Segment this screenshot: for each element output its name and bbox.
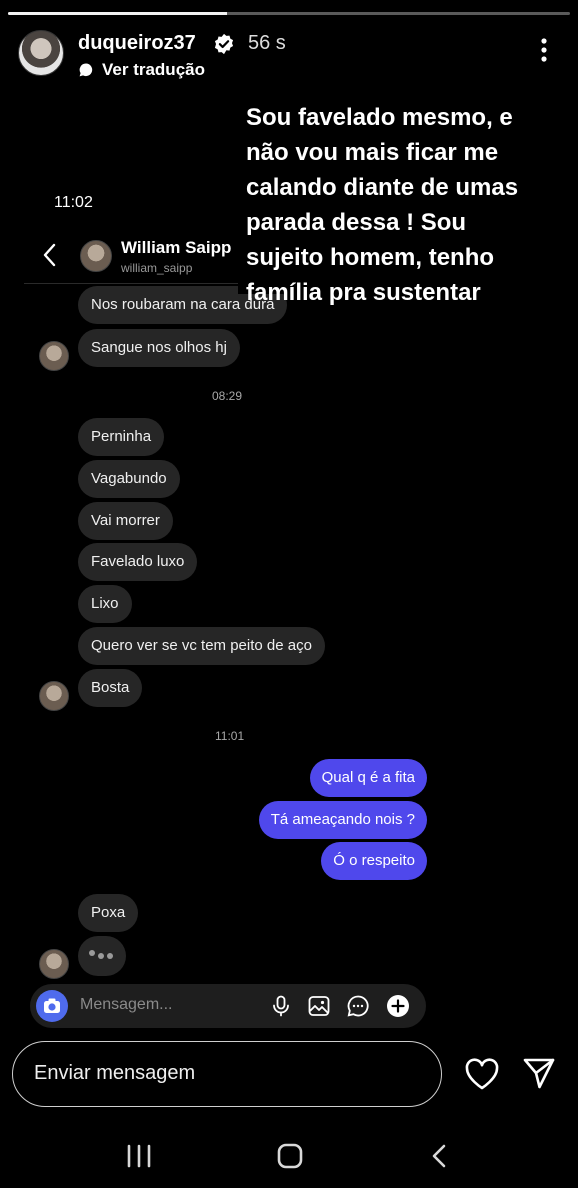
speech-bubble-icon bbox=[79, 63, 93, 77]
message-incoming: Vai morrer bbox=[78, 502, 173, 540]
sender-avatar bbox=[39, 341, 69, 371]
message-timestamp: 08:29 bbox=[212, 389, 243, 403]
recent-apps-icon[interactable] bbox=[126, 1144, 152, 1168]
microphone-icon bbox=[273, 995, 289, 1017]
contact-avatar bbox=[80, 240, 112, 272]
add-plus-icon bbox=[387, 995, 409, 1017]
home-icon[interactable] bbox=[277, 1143, 303, 1169]
caption-line: não vou mais ficar me bbox=[246, 139, 499, 166]
message-outgoing: Qual q é a fita bbox=[309, 759, 427, 797]
gallery-icon bbox=[308, 996, 330, 1016]
heart-icon[interactable] bbox=[464, 1057, 500, 1091]
verified-badge-icon bbox=[214, 33, 234, 55]
chat-sticker-icon bbox=[347, 995, 369, 1017]
message-incoming: Sangue nos olhos hj bbox=[78, 329, 240, 367]
sender-avatar bbox=[39, 949, 69, 979]
message-outgoing: Ó o respeito bbox=[321, 842, 427, 880]
caption-line: Sou favelado mesmo, e bbox=[246, 104, 513, 131]
story-time-ago: 56 s bbox=[248, 32, 286, 54]
profile-avatar[interactable] bbox=[18, 30, 64, 76]
message-timestamp: 11:01 bbox=[215, 729, 245, 743]
dm-message-placeholder: Mensagem... bbox=[80, 996, 173, 1013]
story-username[interactable]: duqueiroz37 bbox=[78, 32, 196, 55]
camera-button bbox=[36, 990, 68, 1022]
contact-handle: william_saipp bbox=[121, 261, 193, 275]
message-incoming: Favelado luxo bbox=[78, 543, 198, 581]
message-incoming: Lixo bbox=[78, 585, 132, 623]
caption-line: família pra sustentar bbox=[246, 279, 481, 306]
dm-header-divider bbox=[24, 283, 238, 284]
caption-line: sujeito homem, tenho bbox=[246, 244, 495, 271]
message-incoming: Poxa bbox=[78, 894, 139, 932]
dm-status-time: 11:02 bbox=[54, 194, 93, 211]
story-progress-fill bbox=[8, 12, 228, 15]
caption-line: calando diante de umas bbox=[246, 174, 519, 201]
message-incoming: Quero ver se vc tem peito de aço bbox=[78, 627, 325, 665]
nav-back-icon[interactable] bbox=[430, 1143, 448, 1169]
reply-placeholder: Enviar mensagem bbox=[34, 1062, 196, 1084]
contact-name: William Saipp bbox=[121, 238, 232, 257]
caption-line: parada dessa ! Sou bbox=[246, 209, 467, 236]
story-caption: Sou favelado mesmo, e não vou mais ficar… bbox=[246, 100, 566, 310]
translate-button[interactable]: Ver tradução bbox=[78, 60, 205, 80]
sender-avatar bbox=[39, 681, 69, 711]
translate-label: Ver tradução bbox=[102, 60, 205, 79]
message-incoming: Perninha bbox=[78, 418, 165, 456]
more-options-icon[interactable] bbox=[532, 36, 556, 64]
message-incoming: Bosta bbox=[78, 669, 143, 707]
message-incoming: Vagabundo bbox=[78, 460, 180, 498]
camera-icon bbox=[44, 998, 60, 1013]
send-icon[interactable] bbox=[522, 1056, 556, 1090]
back-chevron-icon bbox=[43, 243, 56, 267]
story-progress-bar bbox=[8, 12, 570, 15]
typing-indicator bbox=[78, 936, 126, 976]
message-outgoing: Tá ameaçando nois ? bbox=[258, 801, 427, 839]
